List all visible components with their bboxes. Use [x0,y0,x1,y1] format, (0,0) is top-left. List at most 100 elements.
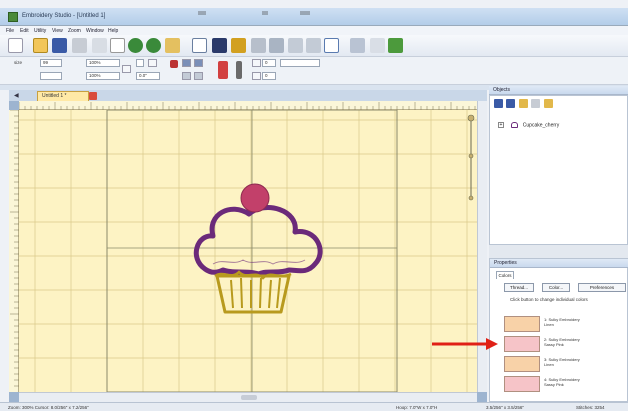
slider-icon[interactable] [236,61,242,79]
move-up-icon[interactable] [494,99,503,108]
preferences-button[interactable]: Preferences [578,283,626,292]
new-icon[interactable] [8,38,23,53]
align-left-icon[interactable] [182,59,191,67]
spin-a[interactable] [252,59,261,67]
zoom-icon[interactable] [350,38,365,53]
color-swatch[interactable] [504,376,540,392]
tab-untitled-1[interactable]: Untitled 1 * [37,91,89,101]
menu-utility[interactable]: Utility [34,28,46,34]
horizontal-ruler [18,101,487,110]
up-spinner[interactable] [148,59,157,67]
horizontal-scrollbar[interactable] [19,392,477,402]
color-swatch[interactable] [504,316,540,332]
tab-colors[interactable]: Colors [496,271,514,279]
color-swatch[interactable] [504,356,540,372]
menu-file[interactable]: File [6,28,14,34]
spin-a-input[interactable]: 0 [262,59,276,67]
color-row[interactable]: 4: Sulky Embroidery Sassy Pink [504,375,624,393]
measure-icon[interactable] [288,38,303,53]
extra-input[interactable] [280,59,320,67]
align-icon[interactable] [170,60,178,68]
color-row[interactable]: 1: Sulky Embroidery Linen [504,315,624,333]
colors-hint: Click button to change individual colors [510,297,588,302]
print-icon[interactable] [72,38,87,53]
title-bar: Embroidery Studio - [Untitled 1] [0,8,628,26]
mirror-icon[interactable] [194,72,203,80]
percent-spinner[interactable] [122,65,131,73]
objects-toolbar [494,99,555,110]
redo-icon[interactable] [146,38,161,53]
title-fuzz [262,11,268,15]
offset-input[interactable] [40,72,62,80]
move-down-icon[interactable] [506,99,516,108]
color-row[interactable]: 2: Sulky Embroidery Sassy Pink [504,335,624,353]
folder-icon[interactable] [543,99,553,108]
copy-icon[interactable] [110,38,125,53]
line-icon[interactable] [269,38,284,53]
horizontal-scroll-thumb[interactable] [241,395,257,400]
menu-help[interactable]: Help [108,28,118,34]
export-icon[interactable] [388,38,403,53]
color-swatch[interactable] [504,336,540,352]
menu-view[interactable]: View [52,28,63,34]
close-tab-icon[interactable] [89,92,97,100]
undo-icon[interactable] [128,38,143,53]
color-icon[interactable] [231,38,246,53]
height-percent-input[interactable]: 100% [86,72,120,80]
select-tool-icon[interactable] [192,38,207,53]
align-right-icon[interactable] [194,59,203,67]
wand-icon[interactable] [165,38,180,53]
size-input[interactable]: 99 [40,59,62,67]
color-name: Sassy Pink [544,342,564,347]
pane-splitter[interactable] [489,245,628,258]
thread-button[interactable]: Thread... [504,283,534,292]
menu-zoom[interactable]: Zoom [68,28,81,34]
app-window: Embroidery Studio - [Untitled 1] File Ed… [0,0,628,411]
menu-window[interactable]: Window [86,28,104,34]
title-fuzz [198,11,206,15]
fill-icon[interactable] [212,38,227,53]
window-title: Embroidery Studio - [Untitled 1] [22,13,106,19]
color-row[interactable]: 3: Sulky Embroidery Linen [504,355,624,373]
frame-icon[interactable] [324,38,339,53]
color-name: Linen [544,322,554,327]
document-tabs: ◀ Untitled 1 * [9,90,487,101]
rotate-icon[interactable] [218,61,228,79]
x-input[interactable] [136,59,144,67]
tree-item-cupcake-cherry[interactable]: Cupcake_cherry [523,122,559,128]
title-fuzz [300,11,310,15]
width-percent-input[interactable]: 100% [86,59,120,67]
ungroup-icon[interactable] [531,99,541,108]
status-zoom-cursor: Zoom: 300% Cursor: 8.0/256" x 7.2/256" [8,405,89,410]
menu-bar: File Edit Utility View Zoom Window Help [0,26,628,35]
spin-b-input[interactable]: 0 [262,72,276,80]
text-icon[interactable] [306,38,321,53]
group-icon[interactable] [518,99,528,108]
objects-tree: + Cupcake_cherry [498,122,559,128]
horizontal-ruler-ticks [18,102,482,110]
tab-nav-icon[interactable]: ◀ [14,92,19,99]
flip-icon[interactable] [182,72,191,80]
spin-b[interactable] [252,72,261,80]
cherry[interactable] [240,183,270,213]
size-label: size [14,60,23,65]
save-icon[interactable] [52,38,67,53]
main-toolbar [0,35,628,57]
objects-pane-header: Objects [489,86,628,95]
color-name: Linen [544,362,554,367]
menu-edit[interactable]: Edit [20,28,29,34]
vertical-ruler-ticks [10,109,19,387]
angle-input[interactable]: 0.0" [136,72,160,80]
expand-icon[interactable]: + [498,122,504,128]
color-button[interactable]: Color... [542,283,570,292]
open-folder-icon[interactable] [33,38,48,53]
pen-icon[interactable] [251,38,266,53]
font-a-icon[interactable] [370,38,385,53]
cut-icon[interactable] [92,38,107,53]
properties-pane: Properties Colors Thread... Color... Pre… [489,258,628,402]
color-name: Sassy Pink [544,382,564,387]
annotation-arrow [432,338,498,350]
vertical-ruler [9,109,19,392]
document-area: ◀ Untitled 1 * [9,90,487,402]
design-canvas[interactable] [19,110,477,392]
